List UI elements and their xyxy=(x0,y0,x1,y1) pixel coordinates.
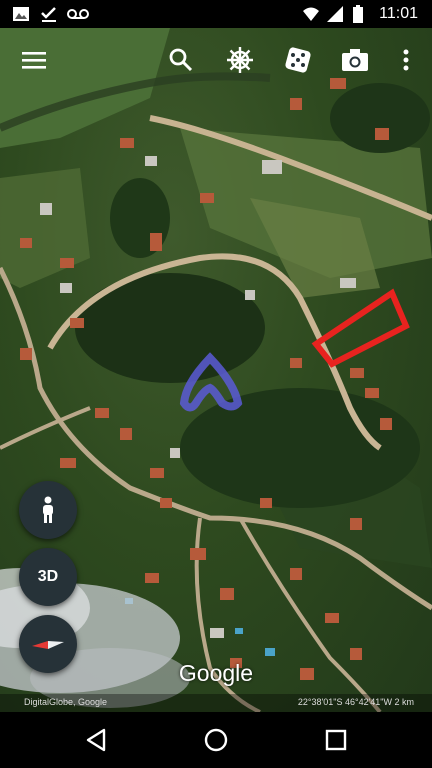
pegman-button[interactable] xyxy=(19,481,77,539)
compass-icon xyxy=(32,641,64,649)
voicemail-icon xyxy=(67,9,89,19)
wifi-icon xyxy=(303,7,319,21)
back-icon[interactable] xyxy=(80,724,112,756)
pegman-icon xyxy=(43,496,53,523)
top-toolbar xyxy=(0,28,432,92)
image-icon xyxy=(13,7,29,21)
home-icon[interactable] xyxy=(200,724,232,756)
menu-icon[interactable] xyxy=(16,42,52,78)
feeling-lucky-dice-icon[interactable] xyxy=(280,42,316,78)
google-logo: Google xyxy=(178,660,254,686)
satellite-map[interactable] xyxy=(0,28,432,712)
battery-icon xyxy=(353,5,363,23)
search-icon[interactable] xyxy=(163,42,199,78)
recents-icon[interactable] xyxy=(320,724,352,756)
more-vert-icon[interactable] xyxy=(388,42,424,78)
android-nav-bar xyxy=(0,712,432,768)
map-attribution: DigitalGlobe, Google 22°38'01"S 46°42'41… xyxy=(0,694,432,712)
camera-icon[interactable] xyxy=(337,42,373,78)
check-download-icon xyxy=(41,7,56,22)
coordinates-readout: 22°38'01"S 46°42'41"W 2 km xyxy=(297,697,414,707)
signal-icon xyxy=(327,6,343,22)
three-d-label: 3D xyxy=(37,568,59,585)
voyager-wheel-icon[interactable] xyxy=(222,42,258,78)
clock-time: 11:01 xyxy=(379,5,418,22)
status-bar: 11:01 xyxy=(0,0,432,28)
three-d-toggle-button[interactable]: 3D xyxy=(19,548,77,606)
imagery-provider: DigitalGlobe, Google xyxy=(24,697,108,707)
satellite-imagery xyxy=(0,28,432,712)
